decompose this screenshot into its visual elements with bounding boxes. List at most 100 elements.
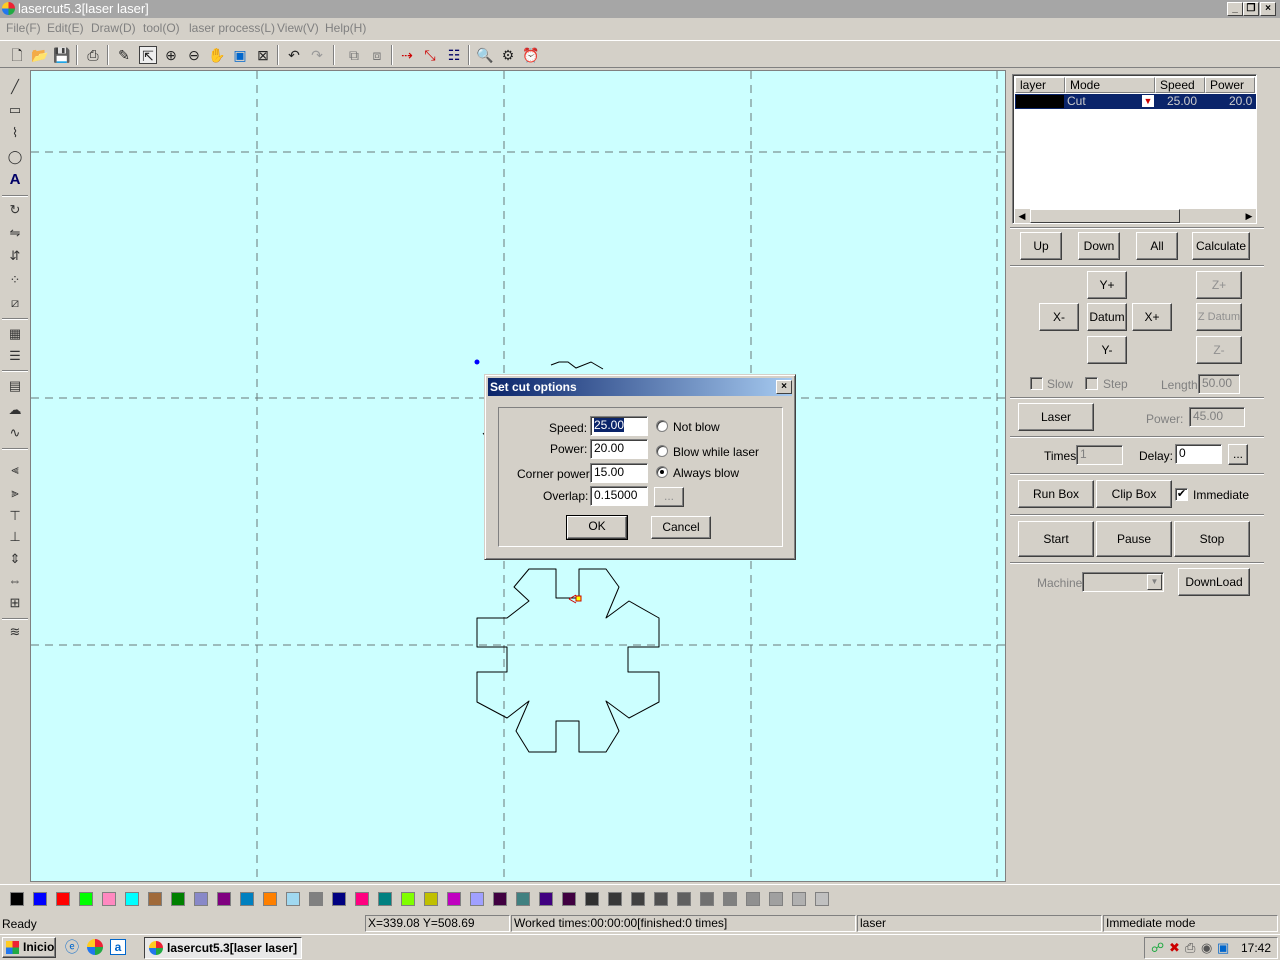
- align-center-icon[interactable]: ⊞: [6, 594, 24, 612]
- mode-dropdown-icon[interactable]: ▼: [1142, 95, 1154, 107]
- polyline-tool-icon[interactable]: ⌇: [6, 124, 24, 142]
- curve-tool-icon[interactable]: ∿: [6, 424, 24, 442]
- scroll-left-icon[interactable]: ◀: [1015, 209, 1029, 223]
- color-swatch[interactable]: [746, 892, 760, 906]
- zoom-in-icon[interactable]: ⊕: [162, 46, 180, 64]
- speed-field[interactable]: 25.00: [590, 416, 648, 436]
- timer-icon[interactable]: ⏰: [522, 46, 540, 64]
- color-swatch[interactable]: [10, 892, 24, 906]
- undo-icon[interactable]: ↶: [285, 46, 303, 64]
- ellipse-tool-icon[interactable]: ◯: [6, 148, 24, 166]
- delay-more-button[interactable]: ...: [1228, 444, 1248, 465]
- align-bottom-icon[interactable]: ⊥: [6, 528, 24, 546]
- zoom-page-icon[interactable]: ▣: [231, 46, 249, 64]
- text-editor-icon[interactable]: a: [110, 939, 126, 955]
- cut-order-icon[interactable]: ☷: [445, 46, 463, 64]
- hatch-tool-icon[interactable]: ▤: [6, 377, 24, 395]
- length-field[interactable]: 50.00: [1198, 374, 1240, 394]
- menu-help[interactable]: Help(H): [325, 21, 366, 35]
- color-swatch[interactable]: [677, 892, 691, 906]
- corner-power-field[interactable]: 15.00: [590, 463, 648, 483]
- mirror-vertical-icon[interactable]: ⇵: [6, 247, 24, 265]
- x-minus-button[interactable]: X-: [1039, 303, 1079, 331]
- z-minus-button[interactable]: Z-: [1196, 336, 1242, 364]
- x-plus-button[interactable]: X+: [1132, 303, 1172, 331]
- color-swatch[interactable]: [355, 892, 369, 906]
- preview-icon[interactable]: 🔍: [476, 46, 494, 64]
- color-swatch[interactable]: [493, 892, 507, 906]
- layers-tool-icon[interactable]: ≋: [6, 623, 24, 641]
- power-field[interactable]: 45.00: [1189, 407, 1245, 427]
- menu-edit[interactable]: Edit(E): [47, 21, 84, 35]
- layer-table[interactable]: layer Mode Speed Power Cut ▼ 25.00 20.0 …: [1012, 74, 1257, 224]
- text-tool-icon[interactable]: A: [6, 171, 24, 189]
- minimize-button[interactable]: _: [1227, 2, 1243, 16]
- stop-button[interactable]: Stop: [1174, 521, 1250, 557]
- color-swatch[interactable]: [286, 892, 300, 906]
- volume-icon[interactable]: ◉: [1201, 940, 1212, 956]
- select-arrow-icon[interactable]: ⇱: [139, 46, 157, 64]
- color-swatch[interactable]: [447, 892, 461, 906]
- color-swatch[interactable]: [33, 892, 47, 906]
- save-icon[interactable]: 💾: [53, 46, 71, 64]
- not-blow-radio[interactable]: [656, 420, 668, 432]
- zoom-out-icon[interactable]: ⊖: [185, 46, 203, 64]
- color-swatch[interactable]: [769, 892, 783, 906]
- rotate-tool-icon[interactable]: ↻: [6, 201, 24, 219]
- color-swatch[interactable]: [401, 892, 415, 906]
- ok-button[interactable]: OK: [566, 515, 628, 540]
- color-swatch[interactable]: [470, 892, 484, 906]
- color-swatch[interactable]: [424, 892, 438, 906]
- monitor-icon[interactable]: ▣: [1217, 940, 1229, 956]
- zoom-select-icon[interactable]: ⊠: [254, 46, 272, 64]
- machine-settings-icon[interactable]: ⚙: [499, 46, 517, 64]
- always-blow-radio[interactable]: [656, 466, 668, 478]
- security-icon[interactable]: ✖: [1169, 940, 1180, 956]
- redo-icon[interactable]: ↷: [308, 46, 326, 64]
- cut-direction-icon[interactable]: ⇢: [398, 46, 416, 64]
- new-file-icon[interactable]: 🗋: [8, 46, 26, 64]
- color-swatch[interactable]: [217, 892, 231, 906]
- laser-button[interactable]: Laser: [1018, 403, 1094, 431]
- mirror-horizontal-icon[interactable]: ⇋: [6, 224, 24, 242]
- align-vcenter-icon[interactable]: ⇕: [6, 550, 24, 568]
- download-button[interactable]: DownLoad: [1178, 568, 1250, 596]
- select-pen-icon[interactable]: ✎: [115, 46, 133, 64]
- node-edit-icon[interactable]: ⁘: [6, 271, 24, 289]
- scroll-thumb[interactable]: [1030, 209, 1180, 223]
- network-icon[interactable]: ☍: [1151, 940, 1164, 956]
- import-icon[interactable]: ⎙: [84, 46, 102, 64]
- align-left-icon[interactable]: ⫷: [6, 461, 24, 479]
- color-swatch[interactable]: [332, 892, 346, 906]
- layer-row[interactable]: Cut ▼ 25.00 20.0: [1015, 94, 1256, 109]
- menu-view[interactable]: View(V): [277, 21, 319, 35]
- color-swatch[interactable]: [608, 892, 622, 906]
- color-swatch[interactable]: [102, 892, 116, 906]
- menu-draw[interactable]: Draw(D): [91, 21, 136, 35]
- color-swatch[interactable]: [56, 892, 70, 906]
- start-button[interactable]: Start: [1018, 521, 1094, 557]
- up-button[interactable]: Up: [1020, 232, 1062, 260]
- restore-button[interactable]: ❐: [1243, 2, 1259, 16]
- color-swatch[interactable]: [378, 892, 392, 906]
- color-swatch[interactable]: [585, 892, 599, 906]
- color-swatch[interactable]: [263, 892, 277, 906]
- group-icon[interactable]: ⧉: [345, 46, 363, 64]
- pause-button[interactable]: Pause: [1096, 521, 1172, 557]
- menu-laser-process[interactable]: laser process(L): [189, 21, 275, 35]
- slow-checkbox[interactable]: [1030, 377, 1043, 390]
- scale-tool-icon[interactable]: ⧄: [6, 294, 24, 312]
- times-field[interactable]: 1: [1076, 445, 1123, 465]
- z-plus-button[interactable]: Z+: [1196, 271, 1242, 299]
- color-swatch[interactable]: [562, 892, 576, 906]
- line-tool-icon[interactable]: ╱: [6, 78, 24, 96]
- close-button[interactable]: ×: [1260, 2, 1276, 16]
- y-minus-button[interactable]: Y-: [1087, 336, 1127, 364]
- color-swatch[interactable]: [79, 892, 93, 906]
- array-tool-icon[interactable]: ▦: [6, 325, 24, 343]
- y-plus-button[interactable]: Y+: [1087, 271, 1127, 299]
- color-swatch[interactable]: [194, 892, 208, 906]
- immediate-checkbox[interactable]: ✔: [1175, 488, 1188, 501]
- run-box-button[interactable]: Run Box: [1018, 480, 1094, 508]
- cancel-button[interactable]: Cancel: [651, 516, 711, 539]
